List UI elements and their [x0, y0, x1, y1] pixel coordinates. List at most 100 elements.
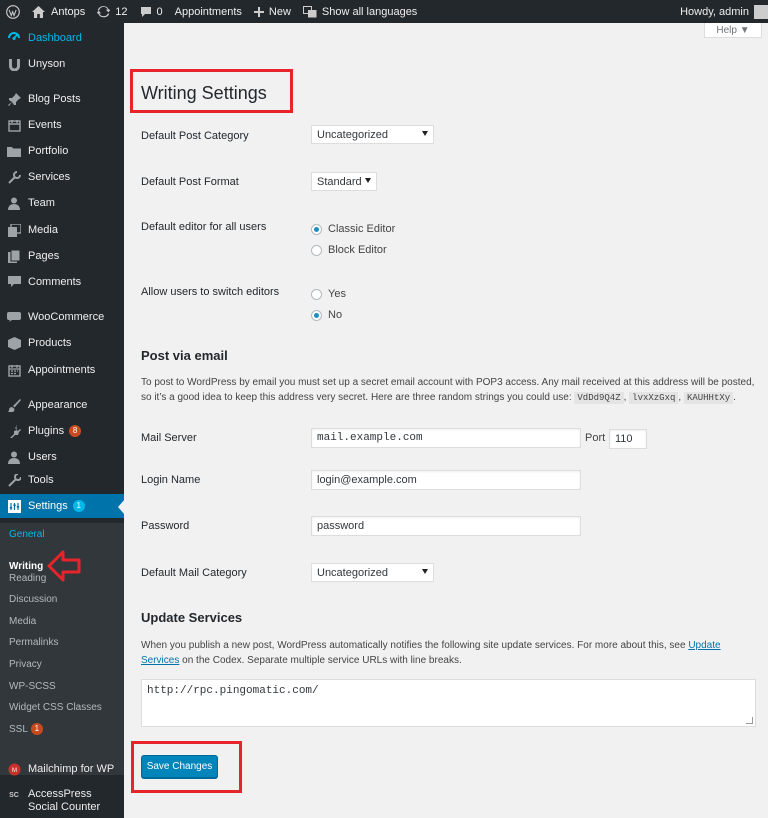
radio-button[interactable]	[311, 288, 322, 300]
translate-icon	[302, 5, 317, 18]
submenu-wp-scss[interactable]: WP-SCSS	[9, 681, 56, 692]
radio-classic-editor[interactable]: Classic Editor	[311, 223, 395, 235]
menu-events[interactable]: Events	[0, 113, 124, 137]
menu-accesspress-social-counter[interactable]: SC AccessPress Social Counter	[0, 787, 124, 817]
radio-block-editor[interactable]: Block Editor	[311, 244, 387, 256]
admin-bar: Antops 12 0 Appointments New Show all la…	[0, 0, 768, 23]
random-string: KAUHHtXy	[683, 392, 734, 404]
submenu-label: Permalinks	[9, 637, 59, 648]
dashboard-icon	[7, 31, 21, 45]
resize-handle[interactable]	[746, 717, 753, 724]
submenu-privacy[interactable]: Privacy	[9, 659, 42, 670]
default-editor-label: Default editor for all users	[141, 221, 267, 233]
menu-mailchimp[interactable]: M Mailchimp for WP	[0, 757, 124, 781]
pin-icon	[7, 92, 21, 106]
plugin-icon	[7, 424, 21, 438]
password-input[interactable]: password	[311, 516, 581, 536]
menu-services[interactable]: Services	[0, 165, 124, 189]
menu-media[interactable]: Media	[0, 218, 124, 242]
radio-button[interactable]	[311, 244, 322, 256]
comments-count: 0	[156, 5, 163, 18]
update-services-description: When you publish a new post, WordPress a…	[141, 638, 761, 668]
wrench-icon	[7, 170, 21, 184]
menu-products[interactable]: Products	[0, 331, 124, 355]
submenu-general[interactable]: General	[9, 529, 45, 540]
page-title: Writing Settings	[141, 83, 267, 103]
help-tab-button[interactable]: Help ▼	[704, 23, 762, 38]
menu-team[interactable]: Team	[0, 191, 124, 215]
menu-blog-posts[interactable]: Blog Posts	[0, 87, 124, 111]
port-input[interactable]: 110	[609, 429, 647, 449]
menu-users[interactable]: Users	[0, 445, 124, 469]
submenu-permalinks[interactable]: Permalinks	[9, 637, 58, 648]
new-content-link[interactable]: New	[248, 0, 297, 23]
submenu-label: General	[9, 529, 45, 540]
menu-label: Users	[28, 451, 57, 463]
save-changes-button[interactable]: Save Changes	[141, 755, 218, 778]
login-name-input[interactable]: login@example.com	[311, 470, 581, 490]
products-icon	[7, 336, 21, 350]
menu-label: Unyson	[28, 58, 66, 70]
settings-submenu: General Writing Reading Discussion Media…	[0, 523, 124, 775]
updates-icon	[97, 5, 111, 18]
radio-button[interactable]	[311, 223, 322, 235]
ssl-badge: 1	[30, 723, 43, 735]
radio-switch-yes[interactable]: Yes	[311, 288, 346, 300]
submenu-label: Writing	[9, 560, 44, 572]
site-name-link[interactable]: Antops	[26, 0, 91, 23]
caret-down-icon	[422, 131, 428, 136]
menu-woocommerce[interactable]: WooCommerce	[0, 305, 124, 329]
plugins-update-badge: 8	[69, 425, 82, 437]
my-account-link[interactable]: Howdy, admin	[674, 0, 768, 23]
menu-appointments[interactable]: Appointments	[0, 358, 124, 382]
menu-dashboard[interactable]: Dashboard	[0, 26, 124, 50]
wp-logo-button[interactable]	[0, 0, 26, 23]
updates-count: 12	[115, 5, 128, 18]
menu-label: Settings	[28, 500, 68, 512]
default-mail-category-select[interactable]: Uncategorized	[311, 563, 434, 582]
menu-settings[interactable]: Settings 1	[0, 494, 124, 518]
appointments-link[interactable]: Appointments	[169, 0, 248, 23]
menu-unyson[interactable]: Unyson	[0, 52, 124, 76]
default-post-format-label: Default Post Format	[141, 176, 239, 188]
select-value: Uncategorized	[317, 566, 388, 579]
radio-button[interactable]	[311, 309, 322, 321]
red-arrow-left-icon	[47, 550, 81, 582]
post-via-email-description: To post to WordPress by email you must s…	[141, 377, 755, 404]
submenu-ssl[interactable]: SSL 1	[9, 723, 43, 735]
submenu-reading[interactable]: Reading	[9, 573, 46, 584]
select-value: Uncategorized	[317, 128, 388, 141]
languages-label: Show all languages	[321, 5, 418, 18]
post-via-email-heading: Post via email	[141, 348, 228, 363]
menu-comments[interactable]: Comments	[0, 270, 124, 294]
menu-portfolio[interactable]: Portfolio	[0, 139, 124, 163]
menu-pages[interactable]: Pages	[0, 244, 124, 268]
submenu-widget-css-classes[interactable]: Widget CSS Classes	[9, 702, 102, 713]
radio-switch-no[interactable]: No	[311, 309, 342, 321]
submenu-discussion[interactable]: Discussion	[9, 594, 57, 605]
caret-down-icon	[365, 178, 371, 183]
settings-icon	[7, 499, 21, 513]
updates-link[interactable]: 12	[91, 0, 133, 23]
menu-tools[interactable]: Tools	[0, 468, 124, 492]
ping-sites-textarea[interactable]: http://rpc.pingomatic.com/	[141, 679, 756, 727]
calendar-icon	[7, 363, 21, 377]
menu-appearance[interactable]: Appearance	[0, 393, 124, 417]
languages-link[interactable]: Show all languages	[297, 0, 423, 23]
menu-label: Products	[28, 337, 72, 349]
menu-label: AccessPress Social Counter	[28, 788, 101, 813]
submenu-media[interactable]: Media	[9, 616, 36, 627]
mail-server-input[interactable]: mail.example.com	[311, 428, 581, 448]
comments-link[interactable]: 0	[134, 0, 169, 23]
user-icon	[7, 196, 21, 210]
default-post-category-select[interactable]: Uncategorized	[311, 125, 434, 144]
radio-label: Block Editor	[328, 244, 387, 256]
radio-label: Yes	[328, 288, 346, 300]
menu-label: Pages	[28, 250, 60, 262]
menu-label: Events	[28, 119, 62, 131]
menu-plugins[interactable]: Plugins 8	[0, 419, 124, 443]
random-string: VdDd9Q4Z	[574, 392, 624, 404]
default-post-format-select[interactable]: Standard	[311, 172, 377, 191]
howdy-label: Howdy, admin	[680, 5, 749, 18]
unyson-icon	[7, 57, 21, 71]
